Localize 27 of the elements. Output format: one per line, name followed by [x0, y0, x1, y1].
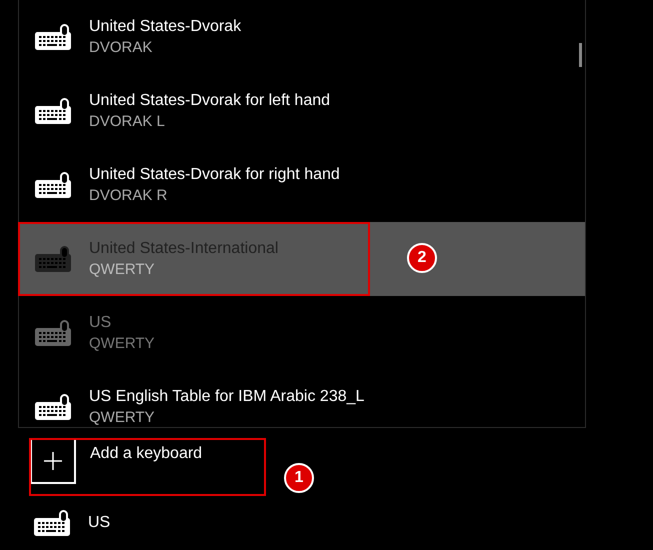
- layout-type: QWERTY: [89, 409, 156, 427]
- step-badge: 1: [284, 463, 314, 493]
- keyboard-icon: [35, 246, 71, 272]
- add-keyboard-button[interactable]: Add a keyboard: [30, 438, 265, 496]
- keyboard-icon: [35, 172, 71, 198]
- layout-type: DVORAK L: [89, 113, 166, 131]
- layout-name: US English Table for IBM Arabic 238_L: [89, 387, 364, 406]
- plus-icon: [30, 438, 76, 484]
- keyboard-layout-item[interactable]: US English Table for IBM Arabic 238_L QWERTY: [19, 370, 585, 427]
- keyboard-icon: [34, 510, 70, 536]
- layout-name: US: [89, 313, 112, 332]
- keyboard-icon: [35, 24, 71, 50]
- keyboard-icon: [35, 98, 71, 124]
- layout-type: QWERTY: [89, 335, 155, 353]
- scrollbar[interactable]: [579, 43, 582, 67]
- keyboard-icon: [35, 320, 71, 346]
- layout-name: United States-Dvorak: [89, 17, 242, 36]
- layout-type: DVORAK R: [89, 187, 168, 205]
- installed-keyboard-name[interactable]: US: [88, 514, 110, 532]
- layout-name: United States-Dvorak for right hand: [89, 165, 340, 184]
- keyboard-layout-item[interactable]: United States-Dvorak for right hand DVORAK R: [19, 148, 585, 222]
- layout-type: QWERTY: [89, 261, 156, 279]
- keyboard-layout-item[interactable]: United States-Dvorak DVORAK: [19, 0, 585, 74]
- keyboard-layout-item[interactable]: United States-Dvorak for left hand DVORAK L: [19, 74, 585, 148]
- keyboard-icon: [35, 394, 71, 420]
- layout-type: DVORAK: [89, 39, 154, 57]
- layout-name: United States-Dvorak for left hand: [89, 91, 330, 110]
